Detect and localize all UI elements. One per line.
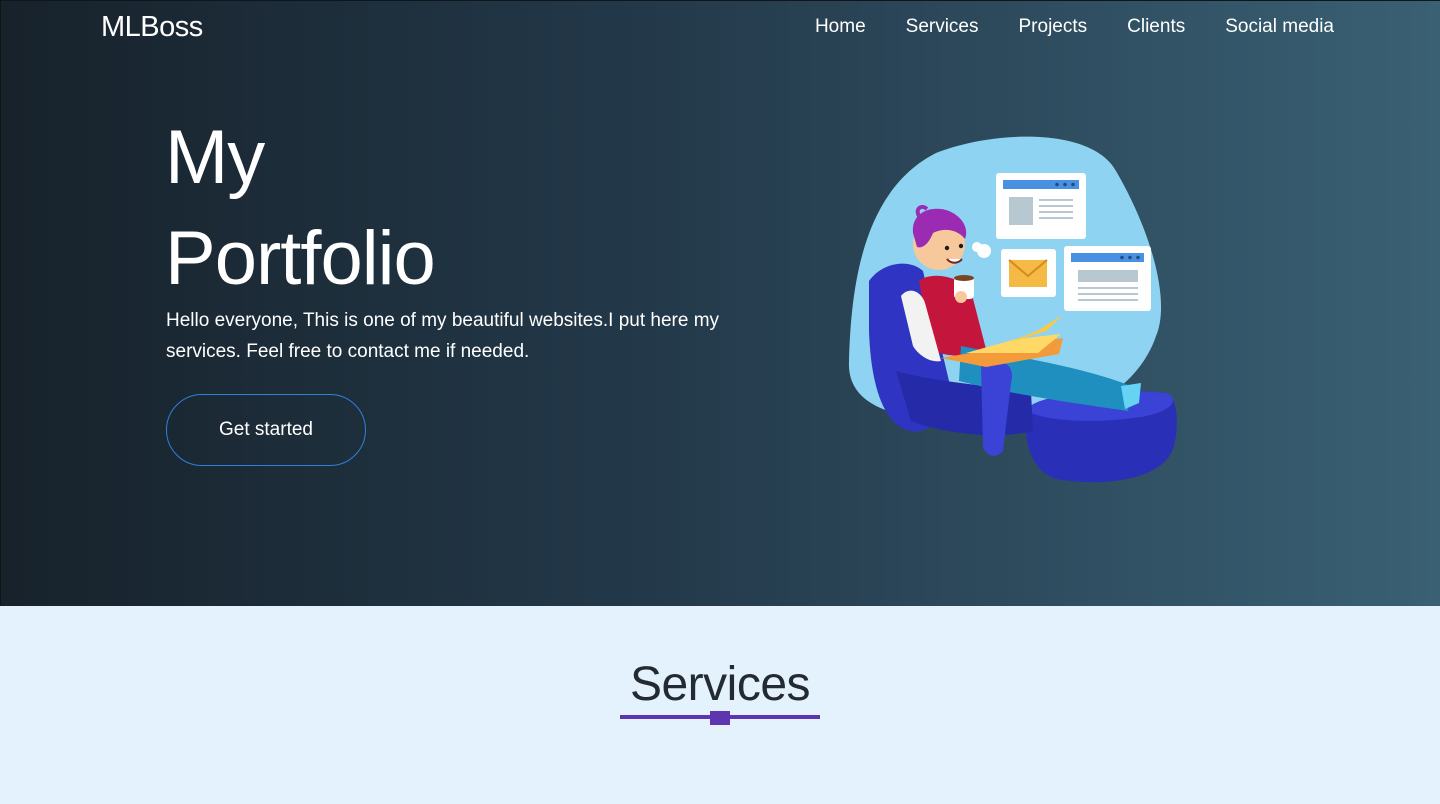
nav-link-services[interactable]: Services — [906, 16, 979, 38]
services-heading-underline-accent — [710, 711, 730, 725]
nav-link-projects[interactable]: Projects — [1019, 16, 1088, 38]
get-started-button[interactable]: Get started — [166, 394, 366, 466]
hero-title-line1: My — [165, 115, 265, 200]
person-on-armchair-illustration — [848, 136, 1177, 483]
hero-title: My Portfolio — [165, 107, 436, 309]
hero-title-line2: Portfolio — [165, 216, 436, 301]
brand-logo[interactable]: MLBoss — [101, 11, 203, 44]
hero-section: MLBoss Home Services Projects Clients So… — [0, 0, 1440, 606]
nav-link-home[interactable]: Home — [815, 16, 866, 38]
main-nav: Home Services Projects Clients Social me… — [815, 16, 1334, 38]
nav-link-social-media[interactable]: Social media — [1225, 16, 1334, 38]
services-heading: Services — [629, 658, 811, 711]
hero-description: Hello everyone, This is one of my beauti… — [166, 310, 720, 362]
nav-link-clients[interactable]: Clients — [1127, 16, 1185, 38]
